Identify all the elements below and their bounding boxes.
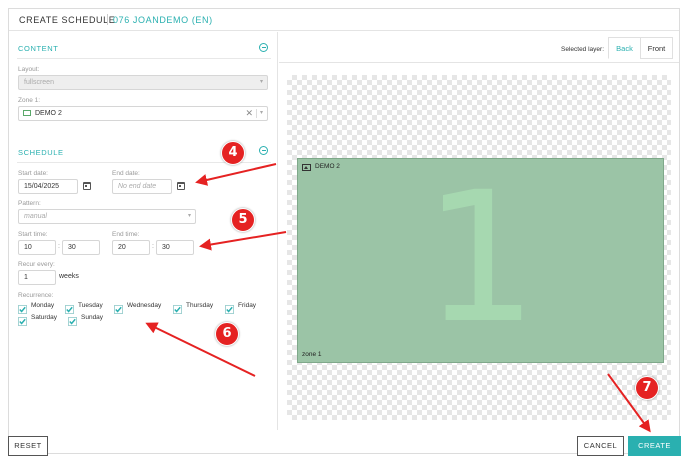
end-minute-value: 30 xyxy=(162,244,170,251)
recur-label: Recur every: xyxy=(18,261,55,268)
layout-preview-canvas: 1 DEMO 2 zone 1 xyxy=(287,75,671,420)
selected-layer-label: Selected layer: xyxy=(561,46,604,53)
preview-header-divider xyxy=(279,62,679,63)
day-label: Monday xyxy=(31,302,55,309)
time-separator: : xyxy=(152,243,154,250)
pattern-value: manual xyxy=(24,213,47,220)
dialog-subtitle: 076 JOANDEMO (EN) xyxy=(113,15,213,25)
end-date-input[interactable]: No end date xyxy=(112,179,172,194)
start-time-label: Start time: xyxy=(18,231,48,238)
title-divider xyxy=(107,14,108,25)
layout-label: Layout: xyxy=(18,66,40,73)
annotation-badge-6: 6 xyxy=(215,322,239,346)
collapse-schedule-icon[interactable] xyxy=(259,146,268,155)
start-date-label: Start date: xyxy=(18,170,48,177)
recur-unit: weeks xyxy=(59,273,79,280)
annotation-badge-7: 7 xyxy=(635,376,659,400)
dialog-header: CREATE SCHEDULE 076 JOANDEMO (EN) xyxy=(9,9,679,31)
calendar-icon[interactable] xyxy=(177,182,185,190)
zone-select[interactable]: DEMO 2 ✕ ▾ xyxy=(18,106,268,121)
start-hour-value: 10 xyxy=(24,244,32,251)
start-hour-input[interactable]: 10 xyxy=(18,240,56,255)
checkbox-checked-icon[interactable] xyxy=(114,301,123,314)
zone-name: zone 1 xyxy=(302,351,322,358)
checkbox-checked-icon[interactable] xyxy=(18,313,27,326)
pattern-label: Pattern: xyxy=(18,200,41,207)
end-hour-input[interactable]: 20 xyxy=(112,240,150,255)
end-minute-input[interactable]: 30 xyxy=(156,240,194,255)
recur-input[interactable]: 1 xyxy=(18,270,56,285)
reset-button[interactable]: RESET xyxy=(8,436,48,456)
annotation-badge-5: 5 xyxy=(231,208,255,232)
time-separator: : xyxy=(58,243,60,250)
day-label: Tuesday xyxy=(78,302,103,309)
content-section-title: CONTENT xyxy=(18,44,59,53)
pattern-select[interactable]: manual ▾ xyxy=(18,209,196,224)
calendar-icon[interactable] xyxy=(83,182,91,190)
image-icon xyxy=(23,110,31,116)
zone-label: Zone 1: xyxy=(18,97,41,104)
field-divider xyxy=(256,109,257,118)
cancel-button[interactable]: CANCEL xyxy=(577,436,624,456)
zone-number: 1 xyxy=(423,154,538,363)
checkbox-checked-icon[interactable] xyxy=(18,301,27,314)
checkbox-checked-icon[interactable] xyxy=(65,301,74,314)
preview-panel: Selected layer: Back Front 1 DEMO 2 zone… xyxy=(279,32,679,430)
tab-front[interactable]: Front xyxy=(640,37,673,59)
chevron-down-icon: ▾ xyxy=(259,79,263,85)
layout-value: fullscreen xyxy=(24,79,54,86)
recur-value: 1 xyxy=(24,274,28,281)
tab-back[interactable]: Back xyxy=(608,37,641,59)
day-label: Wednesday xyxy=(127,302,162,309)
dialog-title: CREATE SCHEDULE xyxy=(19,15,116,25)
zone-media-label: DEMO 2 xyxy=(315,163,340,170)
end-date-placeholder: No end date xyxy=(118,183,157,190)
dialog-footer: RESET CANCEL CREATE xyxy=(8,430,681,456)
zone-value: DEMO 2 xyxy=(35,110,62,117)
day-label: Saturday xyxy=(31,314,58,321)
annotation-badge-4: 4 xyxy=(221,141,245,165)
start-minute-value: 30 xyxy=(68,244,76,251)
recurrence-label: Recurrence: xyxy=(18,292,54,299)
clear-icon[interactable]: ✕ xyxy=(245,107,253,120)
checkbox-checked-icon[interactable] xyxy=(225,301,234,314)
collapse-content-icon[interactable] xyxy=(259,43,268,52)
create-button[interactable]: CREATE xyxy=(628,436,681,456)
start-minute-input[interactable]: 30 xyxy=(62,240,100,255)
create-schedule-dialog: CREATE SCHEDULE 076 JOANDEMO (EN) CONTEN… xyxy=(8,8,681,456)
image-icon xyxy=(302,164,311,171)
day-label: Sunday xyxy=(81,314,104,321)
day-label: Thursday xyxy=(186,302,214,309)
checkbox-checked-icon[interactable] xyxy=(68,313,77,326)
content-divider xyxy=(17,58,271,59)
end-time-label: End time: xyxy=(112,231,140,238)
chevron-down-icon: ▾ xyxy=(187,213,191,219)
end-date-label: End date: xyxy=(112,170,140,177)
day-label: Friday xyxy=(238,302,257,309)
checkbox-checked-icon[interactable] xyxy=(173,301,182,314)
layout-select: fullscreen ▾ xyxy=(18,75,268,90)
end-hour-value: 20 xyxy=(118,244,126,251)
start-date-input[interactable]: 15/04/2025 xyxy=(18,179,78,194)
zone-preview[interactable]: 1 DEMO 2 zone 1 xyxy=(297,158,664,363)
chevron-down-icon[interactable]: ▾ xyxy=(260,107,263,120)
schedule-section-title: SCHEDULE xyxy=(18,148,64,157)
start-date-value: 15/04/2025 xyxy=(24,183,60,190)
